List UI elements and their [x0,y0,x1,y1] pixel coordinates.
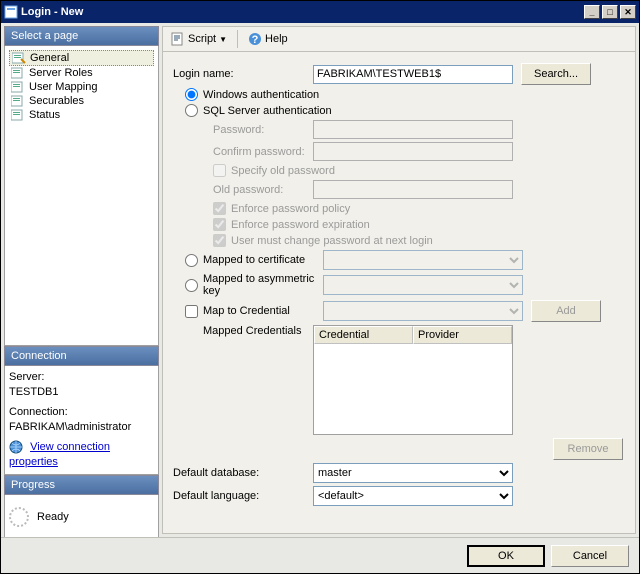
dialog-footer: OK Cancel [1,537,639,573]
login-name-input[interactable] [313,65,513,84]
specify-old-password-check [213,164,226,177]
default-database-select[interactable]: master [313,463,513,483]
must-change-label: User must change password at next login [231,235,433,247]
windows-auth-label: Windows authentication [203,89,319,101]
page-icon [11,95,25,107]
page-label: General [30,52,69,64]
left-column: Select a page General Server Roles User … [4,26,159,534]
page-item-securables[interactable]: Securables [9,94,154,108]
page-item-server-roles[interactable]: Server Roles [9,66,154,80]
add-button: Add [531,300,601,322]
remove-button: Remove [553,438,623,460]
window-title: Login - New [18,6,582,18]
cancel-button[interactable]: Cancel [551,545,629,567]
properties-icon [9,440,23,454]
page-item-user-mapping[interactable]: User Mapping [9,80,154,94]
connection-value: FABRIKAM\administrator [9,420,154,435]
password-input [313,120,513,139]
page-label: Securables [29,95,84,107]
password-label: Password: [173,124,313,136]
old-password-label: Old password: [173,184,313,196]
maximize-button[interactable]: □ [602,5,618,19]
sql-auth-label: SQL Server authentication [203,105,332,117]
map-to-credential-select [323,301,523,321]
default-language-select[interactable]: <default> [313,486,513,506]
mapped-certificate-label: Mapped to certificate [203,254,323,266]
confirm-password-input [313,142,513,161]
page-icon [11,109,25,121]
progress-heading: Progress [4,475,159,495]
ok-button[interactable]: OK [467,545,545,567]
help-label: Help [265,33,288,45]
page-item-general[interactable]: General [9,50,154,66]
progress-ring-icon [9,507,29,527]
minimize-button[interactable]: _ [584,5,600,19]
page-icon [12,52,26,64]
titlebar: Login - New _ □ ✕ [1,1,639,23]
old-password-input [313,180,513,199]
mapped-asymkey-label: Mapped to asymmetric key [203,273,323,297]
script-icon [171,32,185,46]
enforce-policy-label: Enforce password policy [231,203,350,215]
mapped-certificate-radio[interactable] [185,254,198,267]
specify-old-password-label: Specify old password [231,165,335,177]
help-button[interactable]: ? Help [244,30,292,48]
page-item-status[interactable]: Status [9,108,154,122]
select-page-heading: Select a page [4,26,159,46]
must-change-check [213,234,226,247]
default-database-label: Default database: [173,467,313,479]
mapped-certificate-select [323,250,523,270]
page-label: User Mapping [29,81,97,93]
mapped-asymkey-radio[interactable] [185,279,198,292]
page-icon [11,67,25,79]
right-column: Script ▼ ? Help Login name: Search... [162,26,636,534]
view-connection-properties-link[interactable]: View connection properties [9,440,154,471]
form-area: Login name: Search... Windows authentica… [162,52,636,534]
progress-status: Ready [37,511,69,523]
toolbar: Script ▼ ? Help [162,26,636,52]
sql-auth-radio[interactable] [185,104,198,117]
map-to-credential-label: Map to Credential [203,305,323,317]
enforce-expiration-check [213,218,226,231]
enforce-expiration-label: Enforce password expiration [231,219,370,231]
script-label: Script [188,33,216,45]
connection-panel: Connection Server: TESTDB1 Connection: F… [4,346,159,475]
page-label: Status [29,109,60,121]
page-label: Server Roles [29,67,93,79]
credential-column-header[interactable]: Credential [314,326,413,344]
enforce-policy-check [213,202,226,215]
page-icon [11,81,25,93]
windows-auth-radio[interactable] [185,88,198,101]
script-button[interactable]: Script ▼ [167,30,231,48]
progress-panel: Progress Ready [4,475,159,537]
login-name-label: Login name: [173,68,313,80]
default-language-label: Default language: [173,490,313,502]
mapped-asymkey-select [323,275,523,295]
close-button[interactable]: ✕ [620,5,636,19]
confirm-password-label: Confirm password: [173,146,313,158]
select-page-panel: Select a page General Server Roles User … [4,26,159,346]
provider-column-header[interactable]: Provider [413,326,512,344]
help-icon: ? [248,32,262,46]
server-value: TESTDB1 [9,385,154,400]
app-icon [4,5,18,19]
mapped-credentials-grid[interactable]: Credential Provider [313,325,513,435]
login-new-window: Login - New _ □ ✕ Select a page General … [0,0,640,574]
server-label: Server: [9,370,154,385]
mapped-credentials-label: Mapped Credentials [173,325,313,337]
map-to-credential-check[interactable] [185,305,198,318]
view-connection-properties-text: View connection properties [9,441,110,468]
connection-heading: Connection [4,346,159,366]
chevron-down-icon: ▼ [219,35,227,44]
search-button[interactable]: Search... [521,63,591,85]
connection-label: Connection: [9,405,154,420]
svg-text:?: ? [252,34,259,46]
